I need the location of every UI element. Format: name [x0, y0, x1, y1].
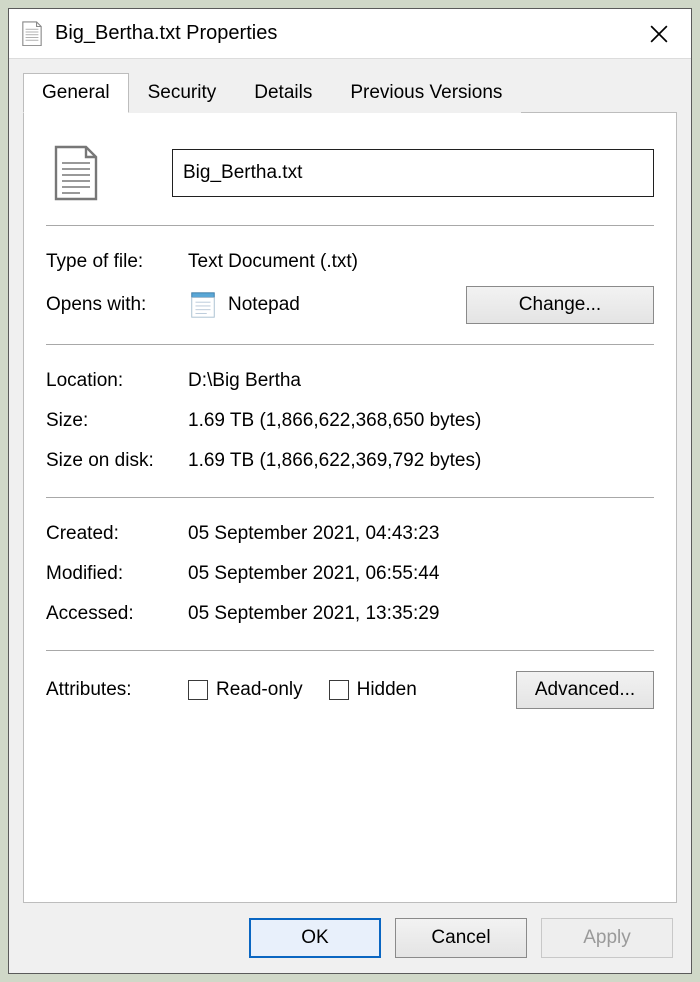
size-value: 1.69 TB (1,866,622,368,650 bytes) [188, 410, 654, 432]
close-button[interactable] [637, 16, 681, 52]
checkbox-icon [188, 680, 208, 700]
accessed-value: 05 September 2021, 13:35:29 [188, 603, 654, 625]
size-on-disk-value: 1.69 TB (1,866,622,369,792 bytes) [188, 450, 654, 472]
hidden-checkbox[interactable]: Hidden [329, 679, 417, 701]
cancel-button[interactable]: Cancel [395, 918, 527, 958]
created-label: Created: [46, 523, 188, 545]
advanced-button[interactable]: Advanced... [516, 671, 654, 709]
opens-with-label: Opens with: [46, 294, 188, 316]
size-label: Size: [46, 410, 188, 432]
tabstrip: General Security Details Previous Versio… [23, 73, 677, 112]
hidden-checkbox-label: Hidden [357, 679, 417, 701]
tab-details[interactable]: Details [235, 73, 331, 113]
checkbox-icon [329, 680, 349, 700]
filename-input[interactable] [172, 149, 654, 197]
dialog-footer: OK Cancel Apply [9, 903, 691, 973]
tab-panel-general: Type of file: Text Document (.txt) Opens… [23, 112, 677, 903]
apply-button: Apply [541, 918, 673, 958]
ok-button[interactable]: OK [249, 918, 381, 958]
window-title: Big_Bertha.txt Properties [55, 22, 637, 45]
location-value: D:\Big Bertha [188, 370, 654, 392]
modified-label: Modified: [46, 563, 188, 585]
notepad-icon [188, 290, 218, 320]
close-icon [650, 25, 668, 43]
location-label: Location: [46, 370, 188, 392]
type-of-file-value: Text Document (.txt) [188, 251, 654, 273]
readonly-checkbox[interactable]: Read-only [188, 679, 303, 701]
titlebar[interactable]: Big_Bertha.txt Properties [9, 9, 691, 59]
readonly-checkbox-label: Read-only [216, 679, 303, 701]
opens-with-app: Notepad [228, 294, 300, 316]
properties-dialog: Big_Bertha.txt Properties General Securi… [8, 8, 692, 974]
created-value: 05 September 2021, 04:43:23 [188, 523, 654, 545]
type-of-file-label: Type of file: [46, 251, 188, 273]
file-text-icon [21, 21, 43, 47]
accessed-label: Accessed: [46, 603, 188, 625]
tab-previous-versions[interactable]: Previous Versions [331, 73, 521, 113]
modified-value: 05 September 2021, 06:55:44 [188, 563, 654, 585]
change-button[interactable]: Change... [466, 286, 654, 324]
size-on-disk-label: Size on disk: [46, 450, 188, 472]
tab-security[interactable]: Security [129, 73, 236, 113]
tab-general[interactable]: General [23, 73, 129, 113]
file-text-icon [52, 145, 100, 201]
client-area: General Security Details Previous Versio… [9, 59, 691, 903]
attributes-label: Attributes: [46, 679, 188, 701]
